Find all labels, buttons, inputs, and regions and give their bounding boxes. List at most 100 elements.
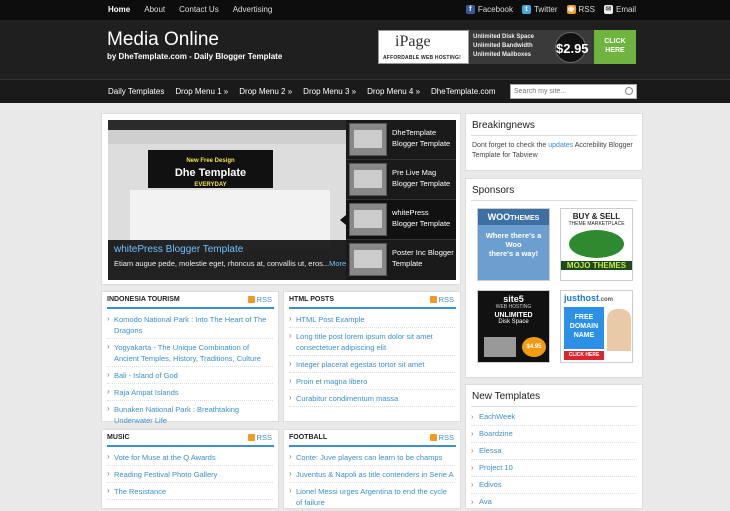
email-label: Email: [615, 5, 636, 14]
section-rss-link[interactable]: RSS: [429, 433, 454, 442]
list-item[interactable]: Conte: Juve players can learn to be cham…: [289, 449, 455, 466]
top-menu-advertising[interactable]: Advertising: [233, 5, 273, 14]
nav-drop-menu-2[interactable]: Drop Menu 2 »: [239, 87, 292, 96]
more-link[interactable]: More: [329, 259, 346, 268]
list-item[interactable]: Curabitur condimentum massa: [289, 390, 455, 407]
list-item[interactable]: Yogyakarta - The Unique Combination of A…: [107, 339, 273, 367]
twitter-link[interactable]: t Twitter: [521, 5, 558, 14]
ad-click-here-button[interactable]: CLICK HERE: [594, 30, 636, 64]
mojo-brand: BUY & SELL: [572, 212, 621, 221]
site5-line1: UNLIMITED: [494, 312, 533, 319]
thumb-image: [349, 243, 387, 276]
section-music: MUSIC RSS Vote for Muse at the Q Awards …: [101, 429, 279, 509]
featured-image-header: [108, 130, 346, 144]
list-item[interactable]: Juventus & Napoli as title contenders in…: [289, 466, 455, 483]
section-indonesia-tourism: INDONESIA TOURISM RSS Komodo National Pa…: [101, 291, 279, 429]
slider-thumb[interactable]: DheTemplate Blogger Template: [346, 120, 456, 160]
rss-label: RSS: [578, 5, 595, 14]
nav-drop-menu-1[interactable]: Drop Menu 1 »: [175, 87, 228, 96]
template-link[interactable]: Ava: [471, 494, 637, 511]
list-item[interactable]: Raja Ampat Islands: [107, 384, 273, 401]
list-item[interactable]: Bali - Island of God: [107, 367, 273, 384]
sponsor-ad-justhost[interactable]: justhost.com FREE DOMAIN NAME CLICK HERE: [560, 290, 633, 363]
section-football: FOOTBALL RSS Conte: Juve players can lea…: [283, 429, 461, 511]
nav-drop-menu-4[interactable]: Drop Menu 4 »: [367, 87, 420, 96]
section-divider: [289, 445, 456, 447]
nav-drop-menu-3[interactable]: Drop Menu 3 »: [303, 87, 356, 96]
rss-link[interactable]: ◉ RSS: [566, 5, 595, 14]
rss-icon: [429, 434, 437, 441]
list-item[interactable]: Reading Festival Photo Gallery: [107, 466, 273, 483]
nav-daily-templates[interactable]: Daily Templates: [108, 87, 164, 96]
ad-feature-2: Unlimited Bandwidth: [473, 43, 533, 49]
template-link[interactable]: Edivos: [471, 477, 637, 494]
person-photo-icon: [607, 309, 631, 351]
header-ad-banner[interactable]: iPage AFFORDABLE WEB HOSTING! Unlimited …: [378, 30, 636, 64]
slider-thumb-active[interactable]: whitePress Blogger Template: [340, 200, 456, 240]
top-bar: Home About Contact Us Advertising f Faceb…: [0, 0, 730, 20]
top-menu-home[interactable]: Home: [108, 5, 130, 14]
email-link[interactable]: ✉ Email: [603, 5, 636, 14]
featured-image[interactable]: New Free Design Dhe Template EVERYDAY: [108, 120, 346, 280]
list-item[interactable]: HTML Post Example: [289, 311, 455, 328]
section-rss-link[interactable]: RSS: [247, 433, 272, 442]
woo-brand: WOO: [487, 212, 511, 222]
template-link[interactable]: Project 10: [471, 460, 637, 477]
site-header: Media Online by DheTemplate.com - Daily …: [0, 20, 730, 79]
sponsor-ad-mojothemes[interactable]: BUY & SELL THEME MARKETPLACE MOJO THEMES: [560, 208, 633, 281]
template-link[interactable]: Boardzine: [471, 426, 637, 443]
section-title: HTML POSTS: [289, 296, 334, 303]
breaking-text-before: Dont forget to check the: [472, 142, 549, 149]
list-item[interactable]: The Resistance: [107, 483, 273, 500]
site5-line2: Disk Space: [498, 319, 529, 325]
featured-caption-title[interactable]: whitePress Blogger Template: [114, 244, 243, 255]
justhost-offer: FREE DOMAIN NAME: [564, 307, 604, 349]
list-item[interactable]: Komodo National Park : Into The Heart of…: [107, 311, 273, 339]
top-menu-about[interactable]: About: [144, 5, 165, 14]
widget-title: Sponsors: [472, 185, 515, 196]
slider-thumb[interactable]: Pre Live Mag Blogger Template: [346, 160, 456, 200]
justhost-logo: justhost.com: [561, 291, 632, 303]
justhost-line2: DOMAIN: [569, 323, 599, 330]
promo-big: Dhe Template: [174, 167, 247, 179]
mojo-mascot-icon: [569, 230, 624, 258]
search-input[interactable]: [511, 85, 621, 98]
site-title[interactable]: Media Online: [107, 29, 219, 51]
ad-price: $2.95: [555, 32, 589, 63]
thumb-title: Pre Live Mag Blogger Template: [392, 168, 451, 188]
top-menu-contact[interactable]: Contact Us: [179, 5, 219, 14]
site5-price: $4.95: [522, 337, 546, 357]
facebook-icon: f: [465, 5, 475, 14]
facebook-link[interactable]: f Facebook: [465, 5, 513, 14]
list-item[interactable]: Lionel Messi urges Argentina to end the …: [289, 483, 455, 511]
template-link[interactable]: EachWeek: [471, 409, 637, 426]
template-link[interactable]: Elessa: [471, 443, 637, 460]
slider-thumb[interactable]: Poster Inc Blogger Template: [346, 240, 456, 280]
woo-line3: there's a way!: [488, 249, 539, 258]
section-rss-link[interactable]: RSS: [247, 295, 272, 304]
sponsor-ad-woothemes[interactable]: WOOTHEMES Where there's a Woo there's a wa…: [477, 208, 550, 281]
ad-feature-3: Unlimited Mailboxes: [473, 52, 532, 58]
nav-dhetemplate[interactable]: DheTemplate.com: [431, 87, 495, 96]
twitter-label: Twitter: [533, 5, 558, 14]
section-title: FOOTBALL: [289, 434, 328, 441]
widget-divider: [471, 200, 637, 201]
justhost-brand2: .com: [599, 297, 614, 303]
thumb-image: [349, 203, 387, 236]
featured-caption-text: Etiam augue pede, molestie eget, rhoncus…: [114, 259, 346, 268]
list-item[interactable]: Integer placerat egestas tortor sit amet: [289, 356, 455, 373]
rss-label: RSS: [256, 295, 272, 304]
mojo-brand2: THEME MARKETPLACE: [568, 221, 625, 227]
thumb-image: [349, 123, 387, 156]
list-item[interactable]: Long title post lorem ipsum dolor sit am…: [289, 328, 455, 356]
list-item[interactable]: Vote for Muse at the Q Awards: [107, 449, 273, 466]
sponsor-ad-site5[interactable]: site5 WEB HOSTING UNLIMITED Disk Space $…: [477, 290, 550, 363]
woo-line2: Woo: [505, 240, 522, 249]
featured-promo: New Free Design Dhe Template EVERYDAY: [148, 150, 273, 188]
list-item[interactable]: Bunaken National Park : Breathtaking Und…: [107, 401, 273, 429]
section-rss-link[interactable]: RSS: [429, 295, 454, 304]
updates-link[interactable]: updates: [548, 142, 573, 149]
search-icon[interactable]: [625, 87, 633, 95]
breaking-news-text: Dont forget to check the updates Accrebi…: [472, 141, 642, 161]
list-item[interactable]: Proin et magna libero: [289, 373, 455, 390]
